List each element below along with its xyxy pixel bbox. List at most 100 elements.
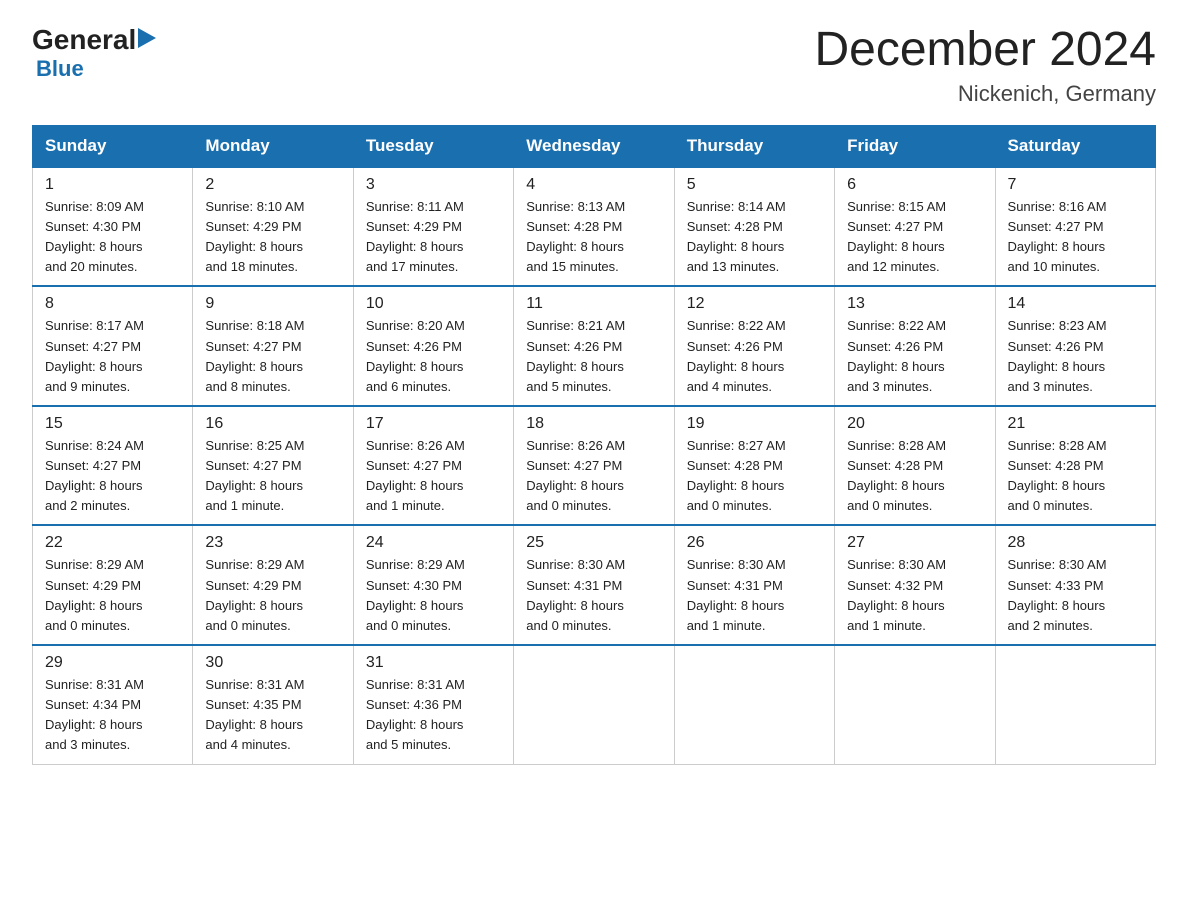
- day-number: 19: [687, 415, 824, 433]
- day-info: Sunrise: 8:24 AMSunset: 4:27 PMDaylight:…: [45, 436, 182, 517]
- empty-cell: [674, 645, 834, 764]
- empty-cell: [514, 645, 674, 764]
- calendar-day-cell: 9 Sunrise: 8:18 AMSunset: 4:27 PMDaylight…: [193, 286, 353, 406]
- header-day-wednesday: Wednesday: [514, 125, 674, 167]
- calendar-day-cell: 17 Sunrise: 8:26 AMSunset: 4:27 PMDayligh…: [353, 406, 513, 526]
- logo-triangle-icon: [138, 28, 156, 53]
- calendar-table: SundayMondayTuesdayWednesdayThursdayFrid…: [32, 125, 1156, 765]
- day-info: Sunrise: 8:30 AMSunset: 4:31 PMDaylight:…: [687, 555, 824, 636]
- header-day-monday: Monday: [193, 125, 353, 167]
- day-info: Sunrise: 8:18 AMSunset: 4:27 PMDaylight:…: [205, 316, 342, 397]
- day-number: 17: [366, 415, 503, 433]
- day-number: 29: [45, 654, 182, 672]
- day-number: 4: [526, 176, 663, 194]
- calendar-week-row: 22 Sunrise: 8:29 AMSunset: 4:29 PMDayligh…: [33, 525, 1156, 645]
- day-number: 10: [366, 295, 503, 313]
- day-number: 25: [526, 534, 663, 552]
- day-info: Sunrise: 8:30 AMSunset: 4:32 PMDaylight:…: [847, 555, 984, 636]
- day-info: Sunrise: 8:28 AMSunset: 4:28 PMDaylight:…: [1008, 436, 1145, 517]
- calendar-day-cell: 23 Sunrise: 8:29 AMSunset: 4:29 PMDayligh…: [193, 525, 353, 645]
- day-number: 15: [45, 415, 182, 433]
- page-header: General Blue December 2024 Nickenich, Ge…: [32, 24, 1156, 107]
- calendar-day-cell: 30Sunrise: 8:31 AMSunset: 4:35 PMDayligh…: [193, 645, 353, 764]
- calendar-day-cell: 4 Sunrise: 8:13 AMSunset: 4:28 PMDaylight…: [514, 167, 674, 287]
- calendar-day-cell: 26 Sunrise: 8:30 AMSunset: 4:31 PMDayligh…: [674, 525, 834, 645]
- calendar-day-cell: 16 Sunrise: 8:25 AMSunset: 4:27 PMDayligh…: [193, 406, 353, 526]
- day-info: Sunrise: 8:26 AMSunset: 4:27 PMDaylight:…: [366, 436, 503, 517]
- header-day-tuesday: Tuesday: [353, 125, 513, 167]
- calendar-day-cell: 2Sunrise: 8:10 AMSunset: 4:29 PMDaylight…: [193, 167, 353, 287]
- day-number: 5: [687, 176, 824, 194]
- calendar-day-cell: 31 Sunrise: 8:31 AMSunset: 4:36 PMDayligh…: [353, 645, 513, 764]
- calendar-header-row: SundayMondayTuesdayWednesdayThursdayFrid…: [33, 125, 1156, 167]
- calendar-day-cell: 22 Sunrise: 8:29 AMSunset: 4:29 PMDayligh…: [33, 525, 193, 645]
- day-info: Sunrise: 8:31 AMSunset: 4:34 PMDaylight:…: [45, 675, 182, 756]
- day-info: Sunrise: 8:30 AMSunset: 4:33 PMDaylight:…: [1008, 555, 1145, 636]
- day-info: Sunrise: 8:15 AMSunset: 4:27 PMDaylight:…: [847, 197, 984, 278]
- calendar-day-cell: 27 Sunrise: 8:30 AMSunset: 4:32 PMDayligh…: [835, 525, 995, 645]
- day-info: Sunrise: 8:25 AMSunset: 4:27 PMDaylight:…: [205, 436, 342, 517]
- calendar-day-cell: 29 Sunrise: 8:31 AMSunset: 4:34 PMDayligh…: [33, 645, 193, 764]
- calendar-day-cell: 19 Sunrise: 8:27 AMSunset: 4:28 PMDayligh…: [674, 406, 834, 526]
- calendar-day-cell: 20 Sunrise: 8:28 AMSunset: 4:28 PMDayligh…: [835, 406, 995, 526]
- calendar-day-cell: 25 Sunrise: 8:30 AMSunset: 4:31 PMDayligh…: [514, 525, 674, 645]
- day-number: 13: [847, 295, 984, 313]
- day-number: 20: [847, 415, 984, 433]
- calendar-day-cell: 15 Sunrise: 8:24 AMSunset: 4:27 PMDayligh…: [33, 406, 193, 526]
- calendar-week-row: 29 Sunrise: 8:31 AMSunset: 4:34 PMDayligh…: [33, 645, 1156, 764]
- day-number: 26: [687, 534, 824, 552]
- day-info: Sunrise: 8:22 AMSunset: 4:26 PMDaylight:…: [687, 316, 824, 397]
- calendar-day-cell: 1Sunrise: 8:09 AMSunset: 4:30 PMDaylight…: [33, 167, 193, 287]
- day-number: 18: [526, 415, 663, 433]
- day-number: 16: [205, 415, 342, 433]
- day-number: 12: [687, 295, 824, 313]
- calendar-day-cell: 13 Sunrise: 8:22 AMSunset: 4:26 PMDayligh…: [835, 286, 995, 406]
- day-number: 21: [1008, 415, 1145, 433]
- calendar-week-row: 15 Sunrise: 8:24 AMSunset: 4:27 PMDayligh…: [33, 406, 1156, 526]
- calendar-day-cell: 18 Sunrise: 8:26 AMSunset: 4:27 PMDayligh…: [514, 406, 674, 526]
- day-info: Sunrise: 8:16 AMSunset: 4:27 PMDaylight:…: [1008, 197, 1145, 278]
- calendar-day-cell: 6Sunrise: 8:15 AMSunset: 4:27 PMDaylight…: [835, 167, 995, 287]
- logo: General Blue: [32, 24, 156, 82]
- day-info: Sunrise: 8:27 AMSunset: 4:28 PMDaylight:…: [687, 436, 824, 517]
- day-info: Sunrise: 8:14 AMSunset: 4:28 PMDaylight:…: [687, 197, 824, 278]
- day-info: Sunrise: 8:28 AMSunset: 4:28 PMDaylight:…: [847, 436, 984, 517]
- day-number: 23: [205, 534, 342, 552]
- day-info: Sunrise: 8:13 AMSunset: 4:28 PMDaylight:…: [526, 197, 663, 278]
- calendar-day-cell: 7 Sunrise: 8:16 AMSunset: 4:27 PMDaylight…: [995, 167, 1155, 287]
- calendar-day-cell: 14 Sunrise: 8:23 AMSunset: 4:26 PMDayligh…: [995, 286, 1155, 406]
- day-number: 22: [45, 534, 182, 552]
- day-info: Sunrise: 8:21 AMSunset: 4:26 PMDaylight:…: [526, 316, 663, 397]
- title-block: December 2024 Nickenich, Germany: [814, 24, 1156, 107]
- day-info: Sunrise: 8:31 AMSunset: 4:36 PMDaylight:…: [366, 675, 503, 756]
- day-number: 14: [1008, 295, 1145, 313]
- calendar-week-row: 8 Sunrise: 8:17 AMSunset: 4:27 PMDaylight…: [33, 286, 1156, 406]
- day-number: 3: [366, 176, 503, 194]
- day-number: 27: [847, 534, 984, 552]
- empty-cell: [995, 645, 1155, 764]
- empty-cell: [835, 645, 995, 764]
- day-info: Sunrise: 8:30 AMSunset: 4:31 PMDaylight:…: [526, 555, 663, 636]
- day-number: 30: [205, 654, 342, 672]
- day-number: 2: [205, 176, 342, 194]
- day-info: Sunrise: 8:17 AMSunset: 4:27 PMDaylight:…: [45, 316, 182, 397]
- calendar-day-cell: 8 Sunrise: 8:17 AMSunset: 4:27 PMDaylight…: [33, 286, 193, 406]
- calendar-day-cell: 11Sunrise: 8:21 AMSunset: 4:26 PMDayligh…: [514, 286, 674, 406]
- day-number: 8: [45, 295, 182, 313]
- calendar-day-cell: 21 Sunrise: 8:28 AMSunset: 4:28 PMDayligh…: [995, 406, 1155, 526]
- day-info: Sunrise: 8:29 AMSunset: 4:29 PMDaylight:…: [205, 555, 342, 636]
- day-info: Sunrise: 8:22 AMSunset: 4:26 PMDaylight:…: [847, 316, 984, 397]
- day-info: Sunrise: 8:23 AMSunset: 4:26 PMDaylight:…: [1008, 316, 1145, 397]
- calendar-week-row: 1Sunrise: 8:09 AMSunset: 4:30 PMDaylight…: [33, 167, 1156, 287]
- day-info: Sunrise: 8:26 AMSunset: 4:27 PMDaylight:…: [526, 436, 663, 517]
- logo-general-text: General: [32, 24, 136, 56]
- day-info: Sunrise: 8:29 AMSunset: 4:29 PMDaylight:…: [45, 555, 182, 636]
- calendar-day-cell: 10Sunrise: 8:20 AMSunset: 4:26 PMDayligh…: [353, 286, 513, 406]
- calendar-day-cell: 28Sunrise: 8:30 AMSunset: 4:33 PMDayligh…: [995, 525, 1155, 645]
- calendar-subtitle: Nickenich, Germany: [814, 81, 1156, 107]
- day-number: 9: [205, 295, 342, 313]
- calendar-day-cell: 3Sunrise: 8:11 AMSunset: 4:29 PMDaylight…: [353, 167, 513, 287]
- day-number: 7: [1008, 176, 1145, 194]
- day-number: 24: [366, 534, 503, 552]
- day-number: 31: [366, 654, 503, 672]
